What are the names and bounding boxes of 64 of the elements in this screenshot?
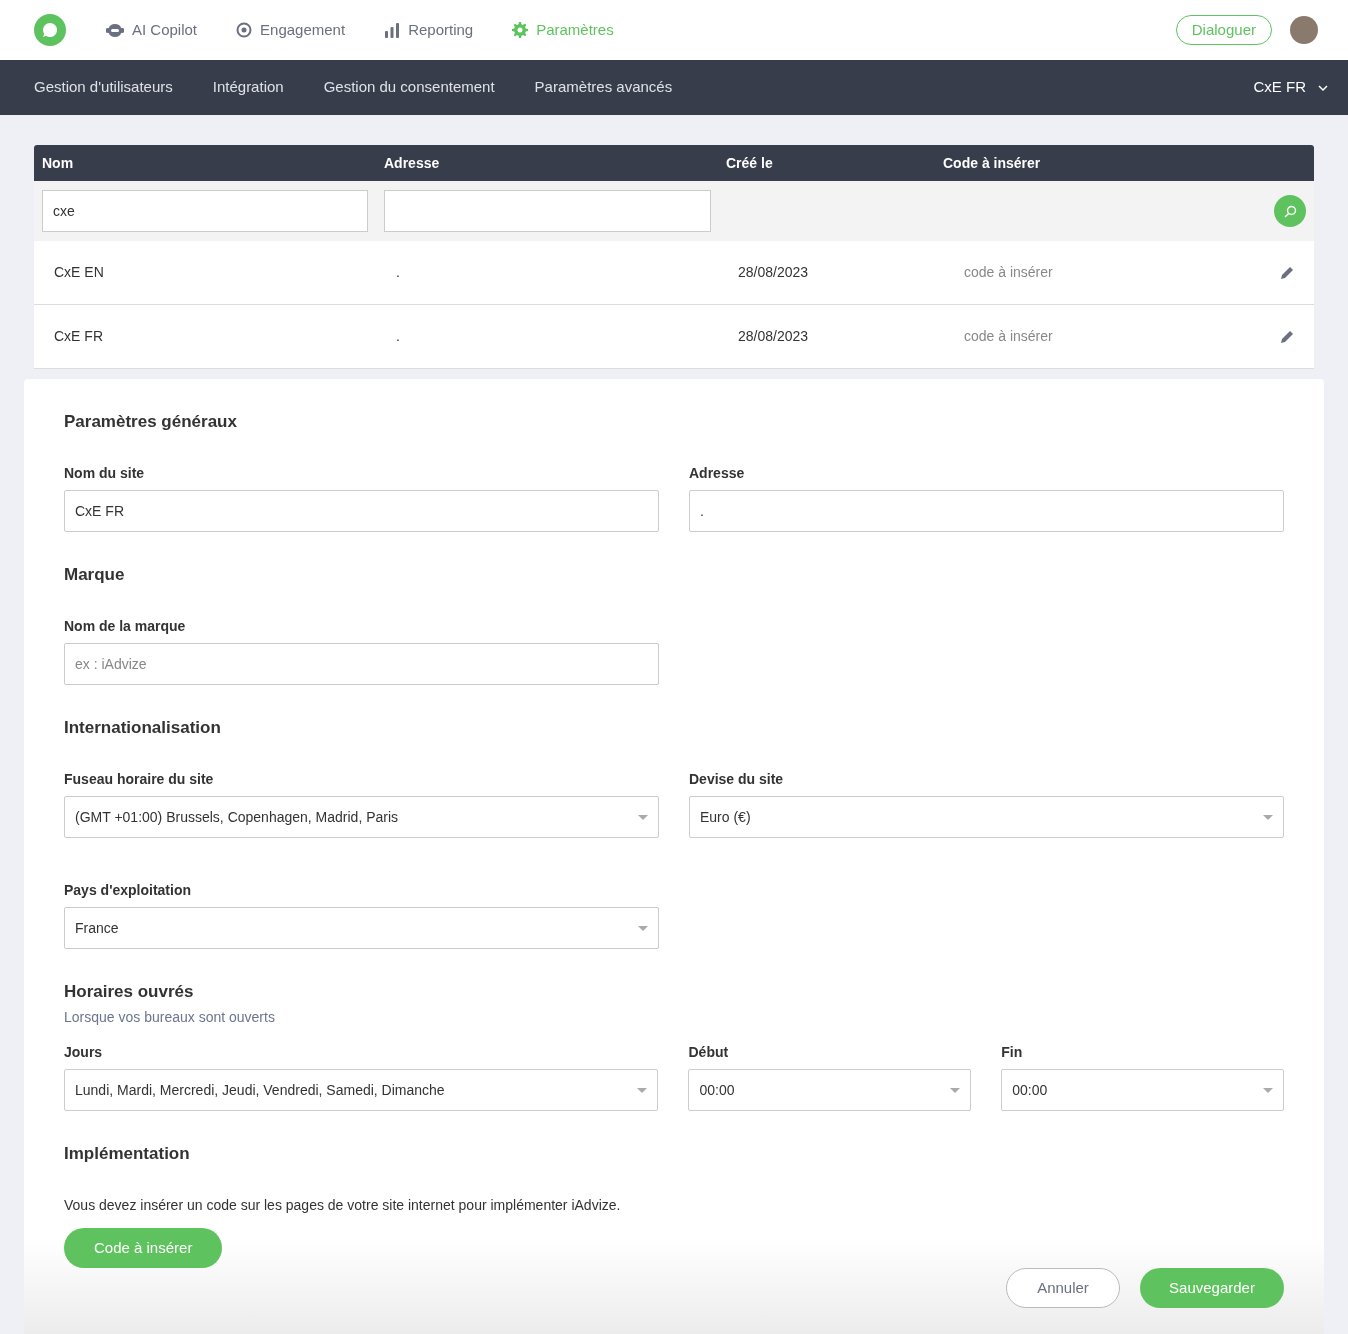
chevron-down-icon	[1318, 84, 1328, 91]
site-name: CxE FR	[54, 328, 103, 344]
dropdown[interactable]: 00:00	[688, 1069, 972, 1111]
code-link[interactable]: code à insérer	[964, 328, 1053, 344]
input-field[interactable]: CxE FR	[64, 490, 659, 532]
section-title: Marque	[64, 564, 126, 584]
site-address: .	[396, 328, 400, 344]
dropdown[interactable]: 00:00	[1001, 1069, 1284, 1111]
chat-logo-icon[interactable]	[34, 14, 66, 46]
section-title: Paramètres généraux	[64, 411, 238, 431]
field-label: Fuseau horaire du site	[64, 770, 215, 789]
column-header: Adresse	[384, 155, 440, 171]
gear-icon	[512, 22, 529, 38]
caret-icon	[1263, 814, 1273, 820]
sub-nav-link[interactable]: Gestion d'utilisateurs	[34, 76, 173, 99]
nav-tab[interactable]: Engagement	[236, 18, 346, 42]
sub-nav-link[interactable]: Gestion du consentement	[323, 76, 495, 99]
field-label: Adresse	[689, 464, 746, 483]
bar-chart-icon	[384, 22, 401, 38]
avatar[interactable]	[1290, 16, 1318, 44]
caret-icon	[1263, 1087, 1273, 1093]
field-label: Pays d'exploitation	[64, 881, 193, 900]
cancel-button[interactable]: Annuler	[1006, 1268, 1120, 1308]
target-icon	[236, 22, 253, 38]
site-address: .	[396, 264, 400, 280]
created-date: 28/08/2023	[738, 264, 809, 280]
nav-tab[interactable]: AI Copilot	[106, 18, 198, 42]
dropdown[interactable]: (GMT +01:00) Brussels, Copenhagen, Madrid, Paris	[64, 796, 659, 838]
field-label: Nom du site	[64, 464, 146, 483]
name-filter-field[interactable]: cxe	[42, 190, 368, 232]
column-header: Code à insérer	[943, 155, 1041, 171]
pencil-icon[interactable]	[1280, 329, 1294, 344]
code-link[interactable]: code à insérer	[964, 264, 1053, 280]
pencil-icon[interactable]	[1280, 265, 1294, 280]
site-name: CxE EN	[54, 264, 104, 280]
dropdown[interactable]: France	[64, 907, 659, 949]
sub-nav-link[interactable]: Paramètres avancés	[534, 76, 673, 99]
caret-icon	[638, 925, 648, 931]
column-header: Nom	[42, 155, 74, 171]
section-subtitle: Lorsque vos bureaux sont ouverts	[64, 1008, 276, 1027]
dropdown[interactable]: Euro (€)	[689, 796, 1284, 838]
section-title: Horaires ouvrés	[64, 981, 195, 1001]
caret-icon	[950, 1087, 961, 1093]
field-label: Début	[688, 1043, 730, 1062]
input-field[interactable]: .	[689, 490, 1284, 532]
site-selector[interactable]: CxE FR	[1253, 76, 1328, 99]
dropdown[interactable]: Lundi, Mardi, Mercredi, Jeudi, Vendredi, Samedi, Dimanche	[64, 1069, 659, 1111]
column-header: Créé le	[726, 155, 773, 171]
robot-icon	[106, 23, 124, 37]
section-title: Implémentation	[64, 1143, 191, 1163]
search-icon	[1283, 204, 1297, 218]
address-filter-field[interactable]	[384, 190, 711, 232]
section-title: Internationalisation	[64, 717, 222, 737]
nav-tab[interactable]: Reporting	[384, 18, 474, 42]
input-field[interactable]: ex : iAdvize	[64, 643, 659, 685]
implementation-text: Vous devez insérer un code sur les pages de votre site internet pour implémenter iAdvize.	[64, 1196, 622, 1215]
sub-nav-link[interactable]: Intégration	[212, 76, 284, 99]
caret-icon	[638, 814, 648, 820]
field-label: Jours	[64, 1043, 104, 1062]
field-label: Nom de la marque	[64, 617, 187, 636]
field-label: Devise du site	[689, 770, 785, 789]
created-date: 28/08/2023	[738, 328, 809, 344]
field-label: Fin	[1001, 1043, 1024, 1062]
caret-icon	[637, 1087, 648, 1093]
